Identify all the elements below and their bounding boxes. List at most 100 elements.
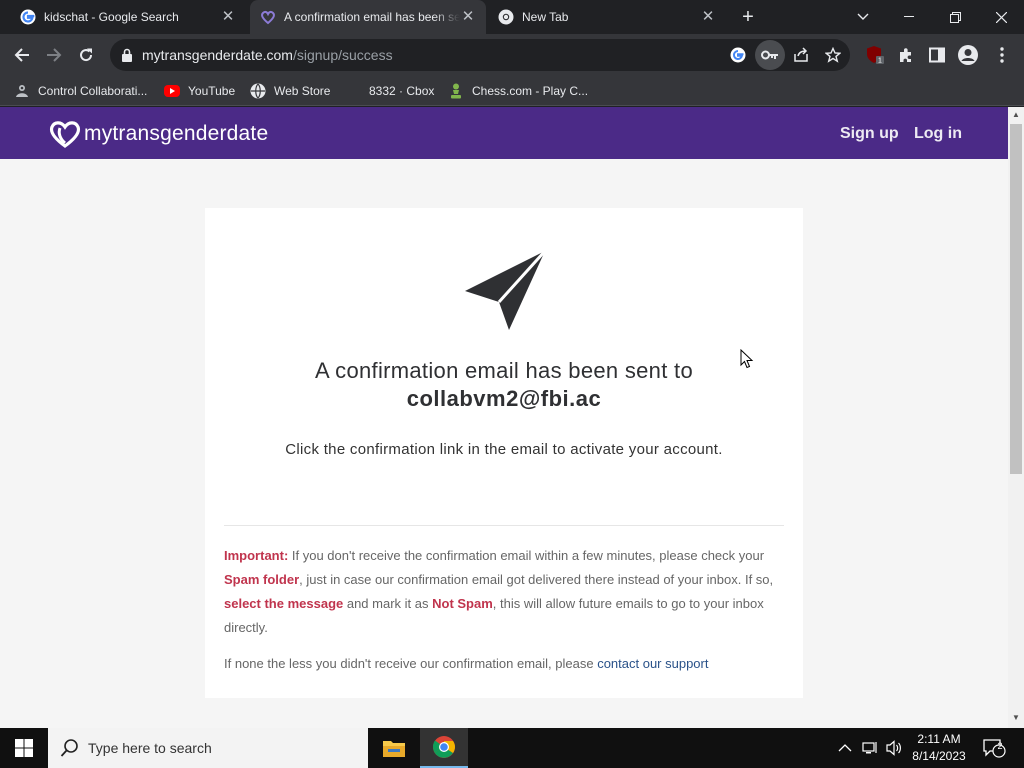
forward-button[interactable] bbox=[42, 43, 66, 67]
address-bar[interactable]: mytransgenderdate.com/signup/success bbox=[110, 39, 850, 71]
ublock-extension-icon[interactable]: 1 bbox=[865, 45, 885, 65]
minimize-button[interactable] bbox=[886, 0, 932, 34]
back-arrow-icon bbox=[14, 48, 29, 62]
side-panel-icon[interactable] bbox=[927, 45, 947, 65]
select-message-highlight: select the message bbox=[224, 596, 344, 611]
chess-pawn-icon bbox=[448, 83, 464, 99]
share-icon[interactable] bbox=[791, 45, 811, 65]
tab-confirmation[interactable]: A confirmation email has been sent ✕ bbox=[250, 0, 486, 34]
web-store-icon bbox=[250, 83, 266, 99]
tray-chevron-icon[interactable] bbox=[838, 728, 852, 768]
page-scrollbar[interactable]: ▲ ▼ bbox=[1008, 107, 1024, 728]
google-lens-icon[interactable] bbox=[728, 45, 748, 65]
tab-title: kidschat - Google Search bbox=[44, 10, 179, 24]
tab-search-chevron-icon[interactable] bbox=[840, 0, 886, 34]
cbox-icon bbox=[345, 83, 361, 99]
site-heart-icon bbox=[261, 10, 275, 25]
new-tab-button[interactable]: + bbox=[737, 7, 759, 29]
site-logo[interactable]: mytransgenderdate bbox=[48, 119, 268, 149]
confirmation-card: A confirmation email has been sent to co… bbox=[205, 208, 803, 698]
signup-link[interactable]: Sign up bbox=[840, 125, 899, 143]
bookmark-label: Web Store bbox=[274, 84, 331, 98]
notice-text: and mark it as bbox=[343, 596, 433, 611]
network-icon[interactable] bbox=[862, 728, 880, 768]
notice-text: , just in case our confirmation email go… bbox=[299, 572, 774, 587]
clock-time: 2:11 AM bbox=[917, 732, 961, 746]
tab-title: A confirmation email has been sent bbox=[284, 10, 460, 24]
scrollbar-thumb[interactable] bbox=[1010, 124, 1022, 474]
volume-icon[interactable] bbox=[886, 728, 904, 768]
brand-wordmark: mytransgenderdate bbox=[84, 122, 269, 145]
svg-text:1: 1 bbox=[878, 58, 882, 65]
search-icon bbox=[60, 739, 78, 757]
login-link[interactable]: Log in bbox=[914, 125, 962, 143]
not-spam-highlight: Not Spam bbox=[432, 596, 493, 611]
chrome-icon bbox=[498, 9, 514, 25]
bookmark-web-store[interactable]: Web Store bbox=[250, 82, 330, 100]
notification-count: 2 bbox=[997, 741, 1003, 751]
lock-icon[interactable] bbox=[122, 48, 132, 62]
close-tab-icon[interactable]: ✕ bbox=[220, 9, 236, 25]
notice-text: If you don't receive the confirmation em… bbox=[288, 548, 765, 563]
url-text: mytransgenderdate.com/signup/success bbox=[142, 47, 393, 63]
reload-button[interactable] bbox=[74, 43, 98, 67]
folder-icon bbox=[383, 741, 405, 757]
heart-logo-icon bbox=[49, 121, 81, 148]
notification-center-button[interactable]: 2 bbox=[982, 728, 1006, 768]
tab-title: New Tab bbox=[522, 10, 569, 24]
extensions-puzzle-icon[interactable] bbox=[896, 45, 916, 65]
bookmark-youtube[interactable]: YouTube bbox=[164, 82, 235, 100]
url-host: mytransgenderdate.com bbox=[142, 47, 293, 63]
taskbar-search[interactable]: Type here to search bbox=[48, 728, 368, 768]
paper-plane-icon bbox=[465, 249, 547, 330]
tab-new-tab[interactable]: New Tab ✕ bbox=[488, 0, 726, 34]
scroll-up-arrow-icon[interactable]: ▲ bbox=[1012, 111, 1020, 119]
scroll-down-arrow-icon[interactable]: ▼ bbox=[1012, 714, 1020, 722]
important-notice: Important: If you don't receive the conf… bbox=[224, 544, 789, 640]
key-icon bbox=[761, 50, 778, 60]
confirmation-instructions: Click the confirmation link in the email… bbox=[285, 441, 723, 458]
close-tab-icon[interactable]: ✕ bbox=[700, 9, 716, 25]
tab-google-search[interactable]: kidschat - Google Search ✕ bbox=[0, 0, 246, 34]
support-notice: If none the less you didn't receive our … bbox=[224, 656, 789, 671]
bookmark-star-icon[interactable] bbox=[823, 45, 843, 65]
menu-kebab-icon[interactable] bbox=[992, 45, 1012, 65]
search-placeholder: Type here to search bbox=[88, 740, 212, 756]
back-button[interactable] bbox=[10, 43, 34, 67]
bookmarks-bar: Control Collaborati... YouTube Web Store… bbox=[0, 76, 1024, 106]
forward-arrow-icon bbox=[47, 48, 62, 62]
divider bbox=[224, 525, 784, 526]
spam-folder-highlight: Spam folder bbox=[224, 572, 300, 587]
youtube-icon bbox=[164, 83, 180, 99]
confirmation-headline: A confirmation email has been sent to bbox=[315, 358, 693, 383]
url-path: /signup/success bbox=[292, 47, 393, 63]
start-button[interactable] bbox=[0, 728, 48, 768]
close-window-button[interactable] bbox=[978, 0, 1024, 34]
page-viewport: mytransgenderdate Sign up Log in A confi… bbox=[0, 107, 1008, 728]
password-key-button[interactable] bbox=[755, 40, 785, 70]
system-clock[interactable]: 2:11 AM 8/14/2023 bbox=[908, 731, 970, 765]
confirmation-email: collabvm2@fbi.ac bbox=[406, 386, 602, 411]
bookmark-label: Chess.com - Play C... bbox=[472, 84, 589, 98]
bookmark-label: 8332 · Cbox bbox=[369, 84, 435, 98]
profile-avatar-icon[interactable] bbox=[958, 45, 978, 65]
bookmark-chess[interactable]: Chess.com - Play C... bbox=[448, 82, 588, 100]
reload-icon bbox=[80, 48, 93, 62]
tab-strip: kidschat - Google Search ✕ A confirmatio… bbox=[0, 0, 1024, 34]
file-explorer-taskbar-button[interactable] bbox=[370, 728, 418, 768]
contact-support-link[interactable]: contact our support bbox=[597, 656, 708, 671]
close-tab-icon[interactable]: ✕ bbox=[460, 9, 476, 25]
windows-logo-icon bbox=[15, 739, 33, 757]
bookmark-label: YouTube bbox=[188, 84, 236, 98]
mouse-cursor-icon bbox=[740, 349, 754, 369]
important-label: Important: bbox=[224, 548, 289, 563]
bookmark-cbox[interactable]: 8332 · Cbox bbox=[345, 82, 434, 100]
site-header: mytransgenderdate Sign up Log in bbox=[0, 107, 1008, 159]
bookmark-control-collaboration[interactable]: Control Collaborati... bbox=[14, 82, 147, 100]
chrome-taskbar-button[interactable] bbox=[420, 728, 468, 768]
browser-toolbar: mytransgenderdate.com/signup/success 1 bbox=[0, 34, 1024, 76]
fallback-text: If none the less you didn't receive our … bbox=[224, 656, 598, 671]
chrome-icon bbox=[432, 736, 455, 758]
restore-button[interactable] bbox=[932, 0, 978, 34]
bookmark-label: Control Collaborati... bbox=[38, 84, 148, 98]
